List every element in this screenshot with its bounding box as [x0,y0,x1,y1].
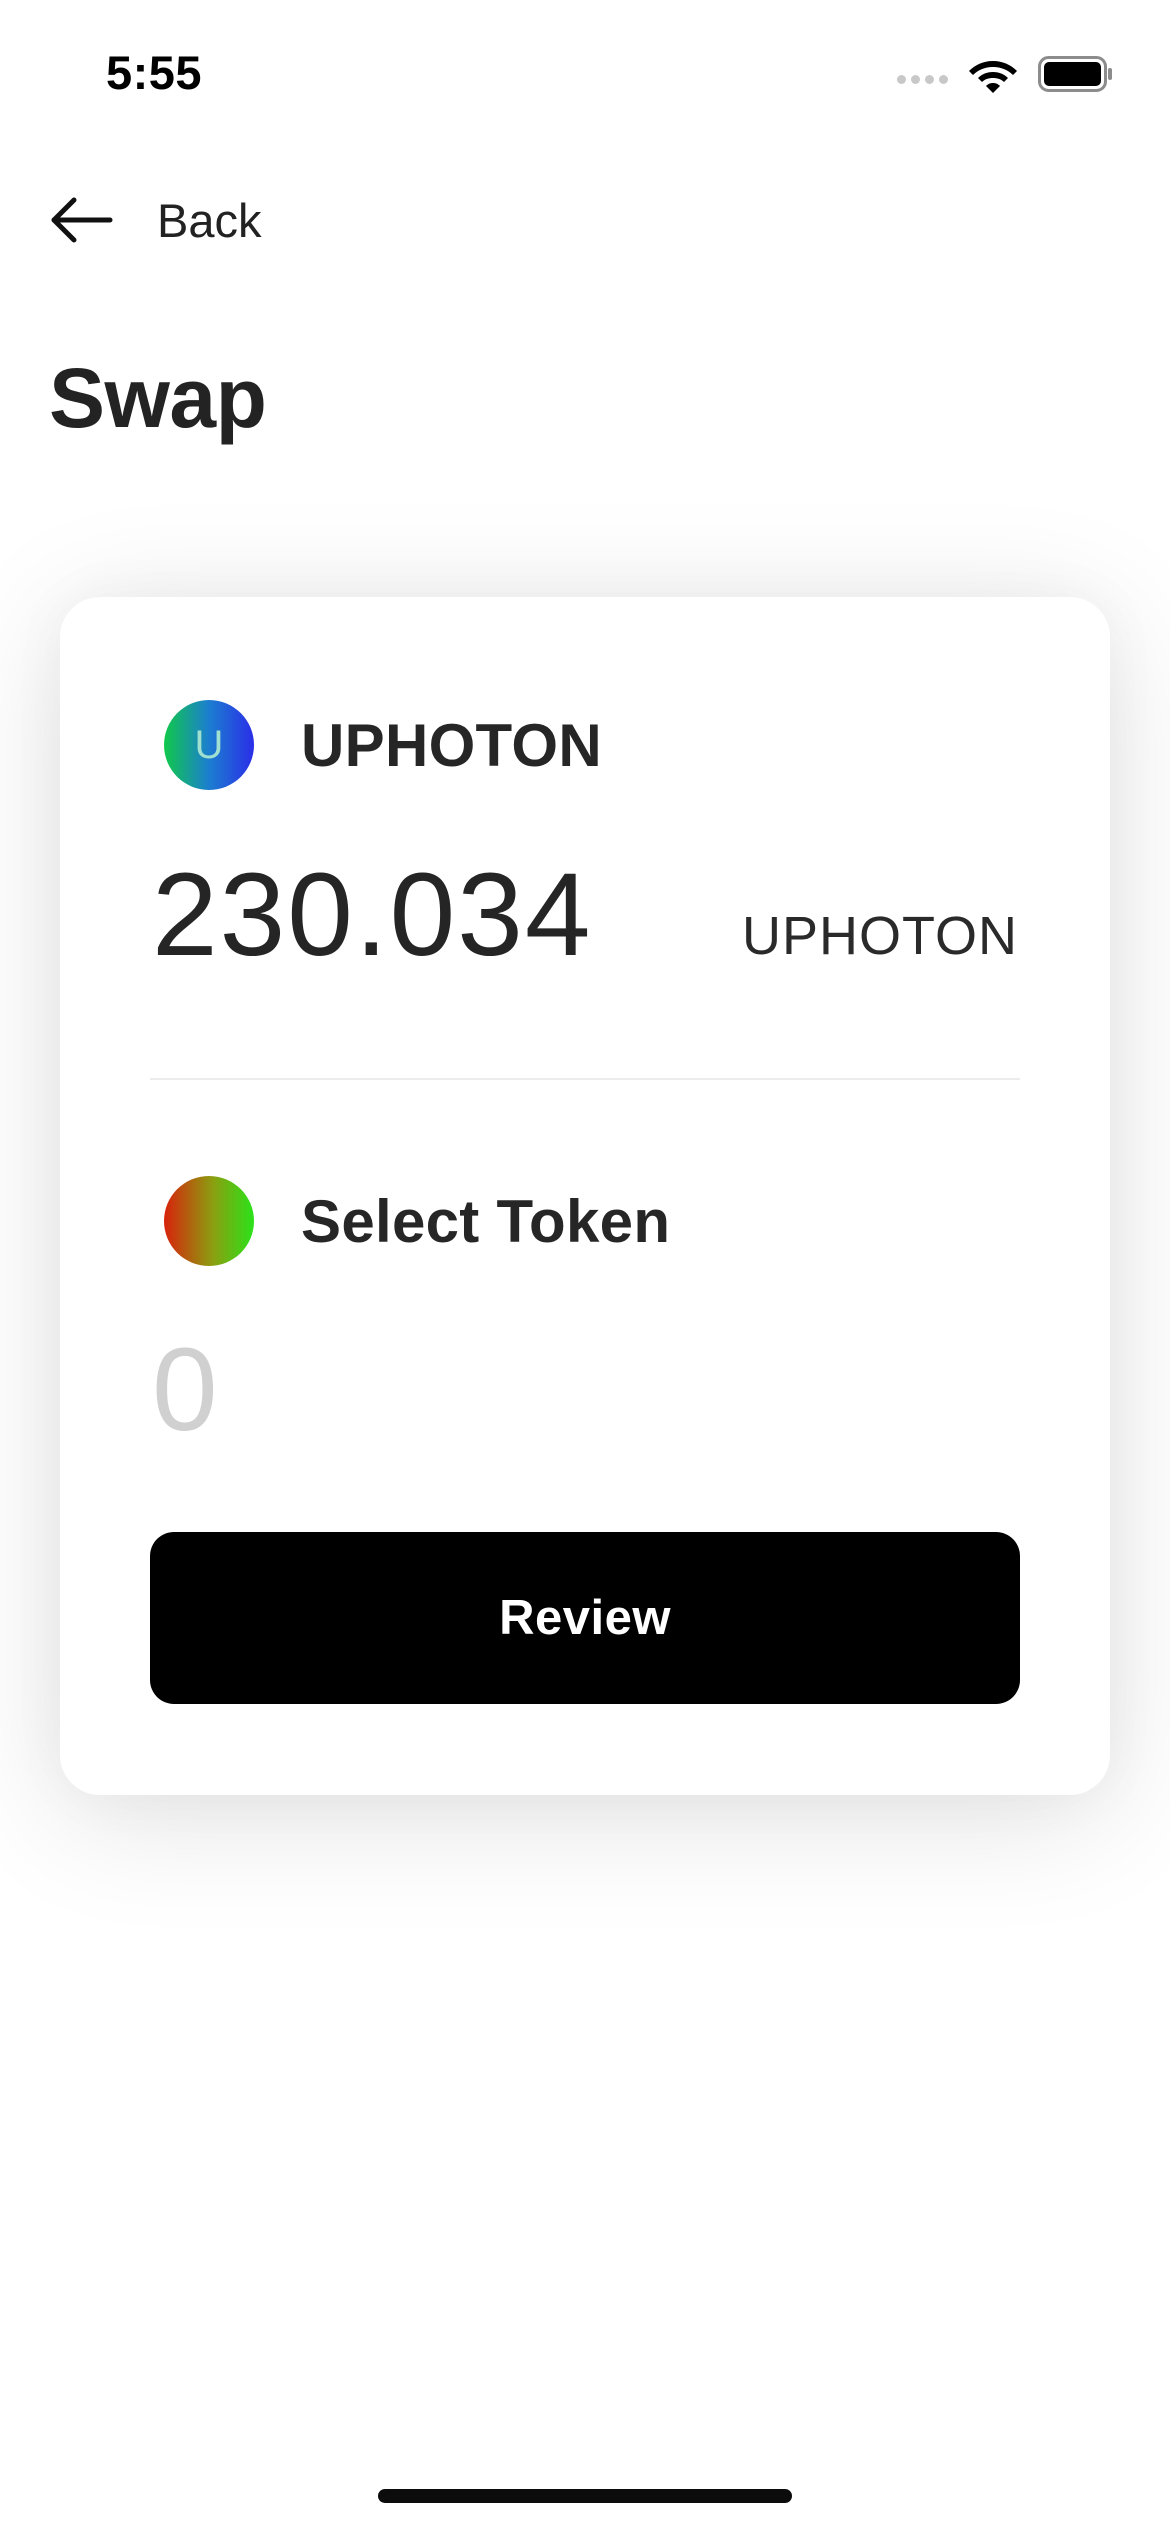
review-button[interactable]: Review [150,1532,1020,1704]
to-amount-input[interactable]: 0 [152,1322,220,1458]
divider [150,1078,1020,1080]
swap-card: U UPHOTON 230.034 UPHOTON Select Token 0… [60,597,1110,1795]
arrow-left-icon [51,197,113,243]
uphoton-token-icon: U [164,700,254,790]
back-button[interactable]: Back [50,180,262,260]
from-token-selector[interactable]: U UPHOTON [164,700,602,790]
to-token-name: Select Token [301,1187,671,1255]
signal-icon [897,74,948,84]
from-token-name: UPHOTON [301,711,603,779]
home-indicator[interactable] [378,2489,792,2503]
battery-icon [1038,56,1112,92]
from-amount-unit: UPHOTON [741,906,1018,966]
status-time: 5:55 [106,46,203,99]
wifi-icon [969,61,1017,93]
status-bar: 5:55 [0,0,1170,150]
status-icons [897,54,1114,94]
swap-screen: 5:55 Back Swap U UPHOTON 230.034 UPHOTON… [0,0,1170,2532]
page-title: Swap [49,351,267,445]
from-amount-input[interactable]: 230.034 [152,847,593,983]
back-label: Back [157,193,262,247]
to-token-selector[interactable]: Select Token [164,1176,670,1266]
select-token-icon [164,1176,254,1266]
token-initial: U [194,722,224,767]
